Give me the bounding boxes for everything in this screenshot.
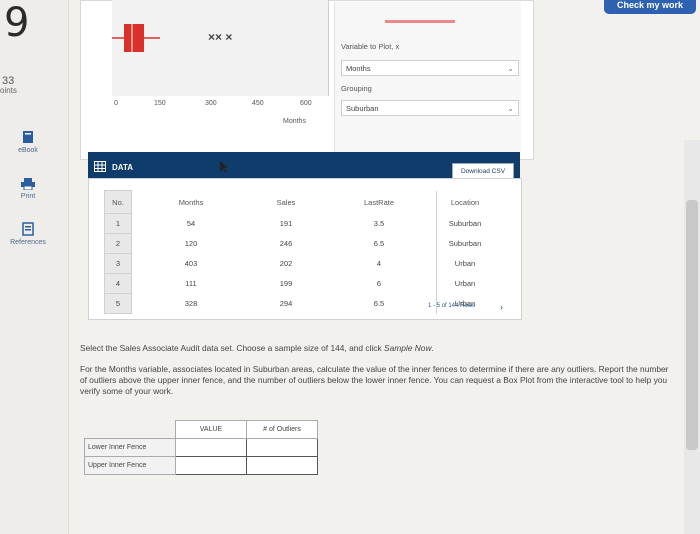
box-plot-area: [112, 0, 329, 96]
instruction-1: Select the Sales Associate Audit data se…: [80, 343, 680, 354]
col-header[interactable]: Sales: [250, 191, 322, 214]
cell: 191: [279, 219, 293, 228]
cell: 3: [104, 253, 132, 274]
x-tick: 0: [114, 100, 118, 107]
cell: 4: [104, 273, 132, 294]
mouse-cursor-icon: [220, 161, 228, 173]
answer-col-header: # of Outliers: [246, 420, 318, 439]
controls-panel: Variable to Plot, x Months ⌄ Grouping Su…: [334, 2, 521, 152]
upper-fence-value-input[interactable]: [175, 456, 247, 475]
next-page-icon[interactable]: ›: [500, 302, 503, 312]
table-row: 2 120 246 6.5 Suburban: [104, 233, 493, 254]
cell: 3.5: [373, 219, 385, 228]
cell: 199: [279, 279, 293, 288]
instruction-2: For the Months variable, associates loca…: [80, 364, 669, 396]
question-number: 9: [4, 0, 30, 46]
col-header[interactable]: Location: [436, 190, 493, 214]
box-plot-box: [124, 24, 144, 52]
data-title: DATA: [112, 163, 134, 172]
rail-references-label: References: [10, 239, 46, 246]
table-header-row: No. Months Sales LastRate Location: [104, 190, 493, 214]
col-header[interactable]: No.: [104, 190, 132, 214]
scrollbar-thumb[interactable]: [686, 200, 698, 450]
cell: 54: [186, 219, 196, 228]
lower-fence-value-input[interactable]: [175, 438, 247, 457]
table-icon: [94, 161, 106, 172]
variable-label: Variable to Plot, x: [341, 42, 400, 51]
cell: Suburban: [436, 213, 493, 234]
printer-icon: [21, 178, 35, 190]
x-tick: 300: [205, 100, 217, 107]
cell: 6: [376, 279, 382, 288]
chevron-down-icon: ⌄: [507, 103, 514, 113]
rail-ebook[interactable]: eBook: [2, 130, 54, 154]
download-csv-button[interactable]: Download CSV: [452, 163, 514, 179]
x-tick: 450: [252, 100, 264, 107]
cell: 6.5: [373, 239, 385, 248]
table-row: 4 111 199 6 Urban: [104, 273, 493, 294]
cell: 120: [184, 239, 198, 248]
instruction-1-text: Select the Sales Associate Audit data se…: [80, 343, 385, 353]
variable-select[interactable]: Months ⌄: [341, 60, 519, 76]
x-tick: 150: [154, 100, 166, 107]
cell: 2: [104, 233, 132, 254]
rail-print-label: Print: [20, 193, 36, 200]
col-header[interactable]: Months: [132, 191, 251, 214]
upper-fence-outliers-input[interactable]: [246, 456, 318, 475]
col-header[interactable]: LastRate: [322, 191, 437, 214]
answer-row-label: Lower Inner Fence: [84, 438, 176, 457]
answer-row-label: Upper Inner Fence: [84, 456, 176, 475]
lower-fence-outliers-input[interactable]: [246, 438, 318, 457]
rail-ebook-label: eBook: [18, 147, 38, 154]
rows-info: 1 - 5 of 144 Rows: [428, 303, 476, 309]
outlier-markers: ×× ×: [208, 30, 233, 44]
cell: 294: [279, 299, 293, 308]
cell: 403: [184, 259, 198, 268]
cell: 5: [104, 293, 132, 314]
instruction-1-end: .: [431, 343, 434, 353]
answer-table: VALUE # of Outliers Lower Inner Fence Up…: [84, 420, 318, 475]
grouping-select[interactable]: Suburban ⌄: [341, 100, 519, 116]
cell: 6.5: [373, 299, 385, 308]
x-tick: 600: [300, 100, 312, 107]
rail-print[interactable]: Print: [2, 178, 54, 200]
cell: 328: [184, 299, 198, 308]
grouping-select-value: Suburban: [346, 103, 379, 113]
points-label: oints: [0, 86, 17, 95]
answer-row: Lower Inner Fence: [84, 438, 318, 457]
panel-accent-line: [385, 20, 455, 23]
answer-row: Upper Inner Fence: [84, 456, 318, 475]
cell: 4: [376, 259, 382, 268]
cell: 202: [279, 259, 293, 268]
cell: Suburban: [436, 233, 493, 254]
cell: Urban: [436, 273, 493, 294]
answer-col-header: VALUE: [175, 420, 247, 439]
cell: 111: [185, 279, 197, 288]
x-axis-label: Months: [283, 118, 306, 125]
cell: Urban: [436, 253, 493, 274]
box-plot: [112, 24, 160, 52]
grouping-label: Grouping: [341, 84, 372, 93]
variable-select-value: Months: [346, 63, 371, 73]
sample-now-text: Sample Now: [384, 343, 432, 353]
rail-references[interactable]: References: [2, 222, 54, 246]
cell: 1: [104, 213, 132, 234]
table-row: 3 403 202 4 Urban: [104, 253, 493, 274]
chevron-down-icon: ⌄: [507, 63, 514, 73]
table-row: 1 54 191 3.5 Suburban: [104, 213, 493, 234]
cell: 246: [279, 239, 293, 248]
data-table: No. Months Sales LastRate Location 1 54 …: [104, 190, 493, 314]
answer-corner: [85, 421, 176, 439]
answer-header-row: VALUE # of Outliers: [85, 420, 318, 439]
check-my-work-button[interactable]: Check my work: [604, 0, 696, 14]
book-icon: [23, 131, 33, 143]
references-icon: [22, 222, 34, 236]
